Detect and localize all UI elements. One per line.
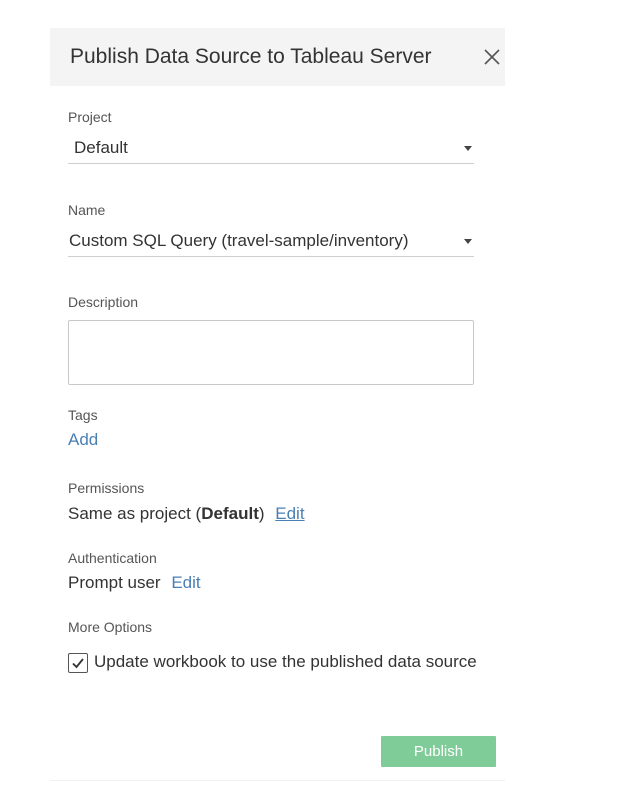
name-dropdown[interactable]: Custom SQL Query (travel-sample/inventor… xyxy=(68,227,474,257)
close-icon xyxy=(484,49,500,65)
permissions-label: Permissions xyxy=(68,480,145,496)
update-workbook-checkbox[interactable] xyxy=(68,653,88,673)
publish-button[interactable]: Publish xyxy=(381,736,496,767)
edit-permissions-link[interactable]: Edit xyxy=(275,504,304,523)
caret-down-icon xyxy=(464,146,472,151)
permissions-project-name: Default xyxy=(201,504,259,523)
add-tags-link[interactable]: Add xyxy=(68,430,98,449)
permissions-suffix: ) xyxy=(258,504,265,523)
project-label: Project xyxy=(68,109,112,125)
description-input[interactable] xyxy=(68,320,474,385)
close-button[interactable] xyxy=(480,45,504,69)
project-dropdown[interactable]: Default xyxy=(68,134,474,164)
authentication-label: Authentication xyxy=(68,550,157,566)
dialog-title: Publish Data Source to Tableau Server xyxy=(70,45,432,68)
project-value: Default xyxy=(74,138,128,157)
permissions-value: Same as project (Default) Edit xyxy=(68,504,305,524)
dialog-bottom-divider xyxy=(50,780,505,781)
caret-down-icon xyxy=(464,239,472,244)
description-label: Description xyxy=(68,294,139,310)
publish-dialog: Publish Data Source to Tableau Server Pr… xyxy=(50,28,505,780)
edit-authentication-link[interactable]: Edit xyxy=(171,573,200,592)
dialog-header: Publish Data Source to Tableau Server xyxy=(50,28,505,86)
authentication-row: Prompt user Edit xyxy=(68,573,201,593)
authentication-value: Prompt user xyxy=(68,573,161,592)
more-options-label: More Options xyxy=(68,619,153,635)
name-value: Custom SQL Query (travel-sample/inventor… xyxy=(69,231,409,250)
checkmark-icon xyxy=(72,658,84,669)
permissions-prefix: Same as project ( xyxy=(68,504,202,523)
name-label: Name xyxy=(68,202,106,218)
update-workbook-label: Update workbook to use the published dat… xyxy=(94,652,477,671)
tags-label: Tags xyxy=(68,407,98,423)
